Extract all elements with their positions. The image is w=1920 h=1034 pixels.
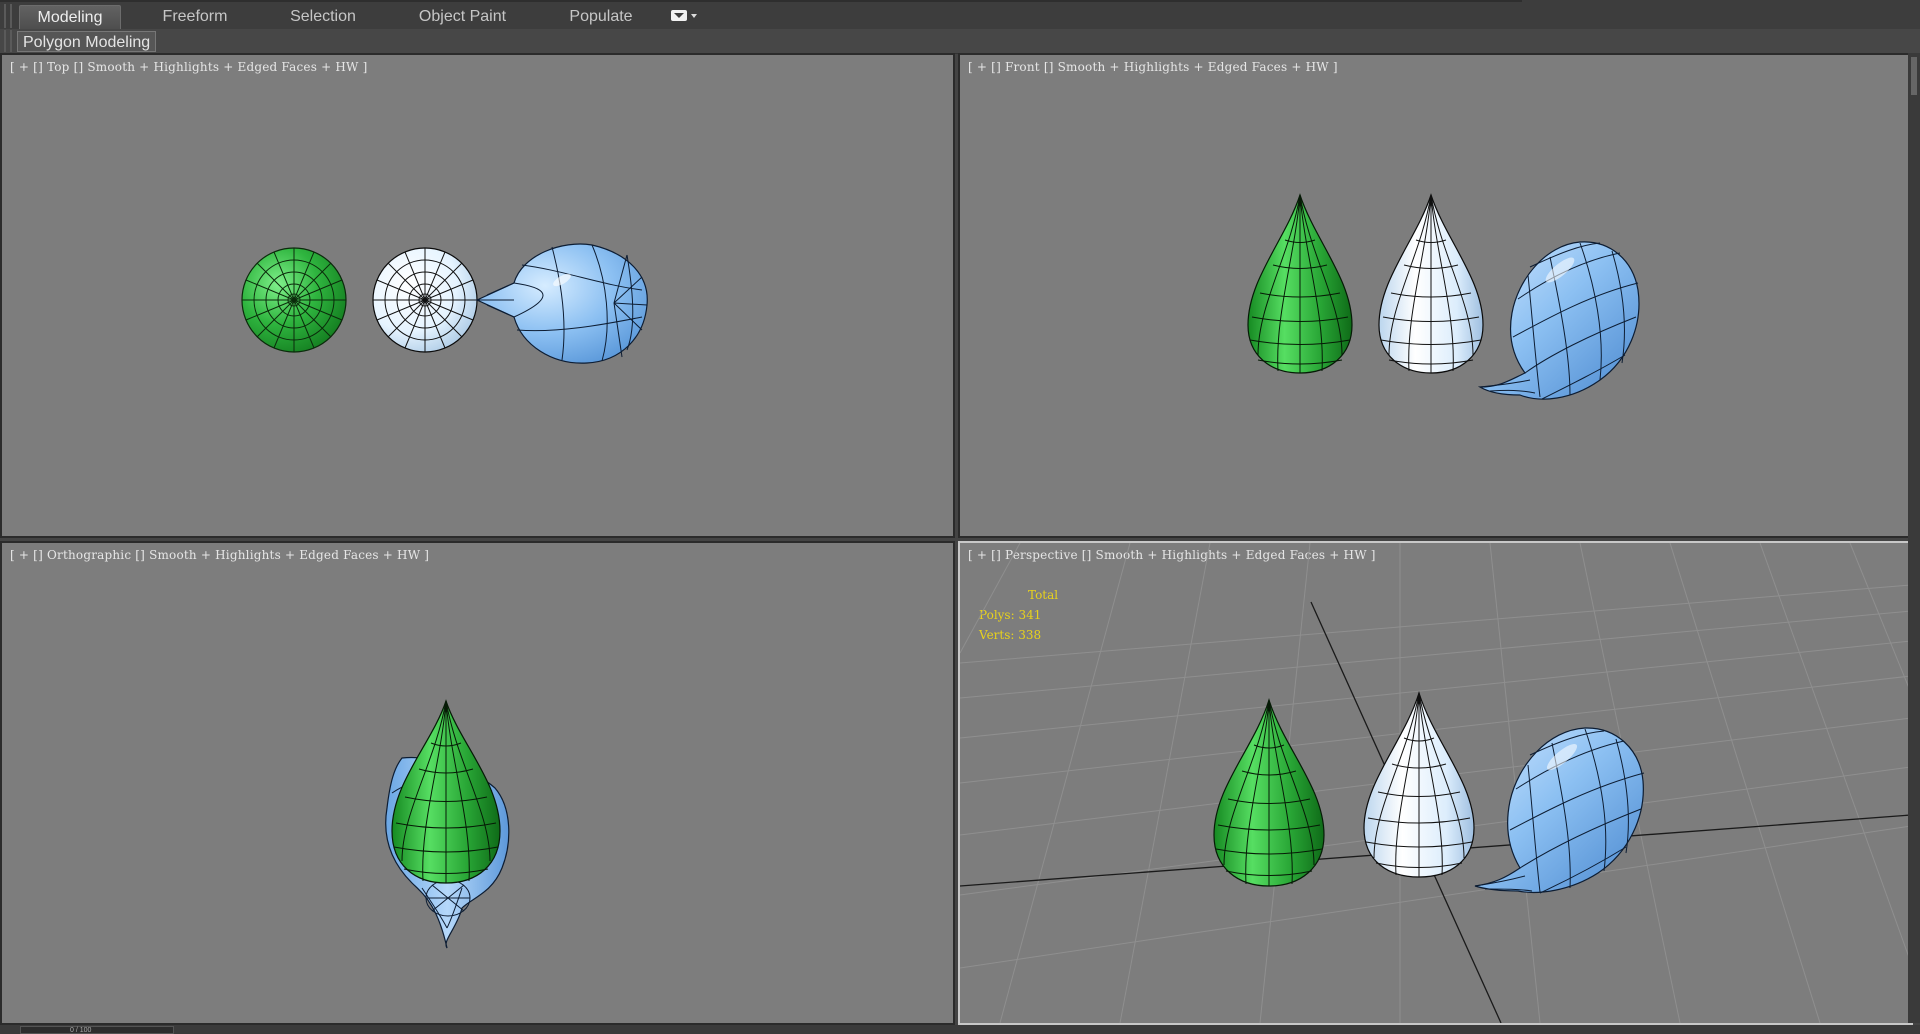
status-bar — [0, 1025, 1920, 1034]
tab-modeling[interactable]: Modeling — [19, 5, 121, 29]
time-slider-label: 0 / 100 — [70, 1027, 92, 1034]
tab-object-paint[interactable]: Object Paint — [405, 5, 520, 28]
tab-selection[interactable]: Selection — [273, 5, 373, 28]
ribbon-panel: Polygon Modeling — [0, 29, 1920, 54]
ribbon-grip-handle[interactable] — [4, 4, 12, 28]
white-drop-top[interactable] — [372, 247, 478, 353]
viewport-scene-perspective — [960, 543, 1911, 1023]
panel-dropdown-icon[interactable] — [669, 8, 703, 24]
white-drop-front[interactable] — [1378, 193, 1484, 374]
scrollbar-thumb[interactable] — [1911, 57, 1917, 95]
viewport-scene-top — [241, 243, 648, 364]
green-drop-perspective[interactable] — [1213, 697, 1325, 887]
viewport-orthographic[interactable]: [ + [] Orthographic [] Smooth + Highligh… — [0, 541, 955, 1025]
white-drop-perspective[interactable] — [1363, 690, 1475, 878]
viewport-scene-orthographic — [385, 699, 510, 949]
viewport-front[interactable]: [ + [] Front [] Smooth + Highlights + Ed… — [958, 53, 1913, 538]
time-slider[interactable] — [20, 1026, 174, 1034]
command-panel-edge — [1908, 53, 1920, 1023]
tab-populate[interactable]: Populate — [551, 5, 651, 28]
viewport-scene-front — [1247, 193, 1640, 400]
viewport-top[interactable]: [ + [] Top [] Smooth + Highlights + Edge… — [0, 53, 955, 538]
3dsmax-window: Modeling Freeform Selection Object Paint… — [0, 0, 1920, 1034]
ribbon-panel-grip[interactable] — [4, 30, 12, 52]
ribbon-tab-bar: Modeling Freeform Selection Object Paint… — [0, 0, 1920, 30]
ribbon-top-line — [0, 0, 1522, 2]
green-drop-orthographic[interactable] — [391, 699, 501, 884]
tab-freeform[interactable]: Freeform — [145, 5, 245, 28]
polygon-modeling-panel-button[interactable]: Polygon Modeling — [17, 31, 157, 52]
viewport-perspective[interactable]: [ + [] Perspective [] Smooth + Highlight… — [958, 541, 1913, 1025]
green-drop-top[interactable] — [241, 247, 347, 353]
green-drop-front[interactable] — [1247, 193, 1353, 374]
blue-drop-top[interactable] — [475, 243, 648, 364]
blue-drop-front[interactable] — [1477, 241, 1640, 400]
blue-drop-perspective[interactable] — [1474, 727, 1645, 894]
